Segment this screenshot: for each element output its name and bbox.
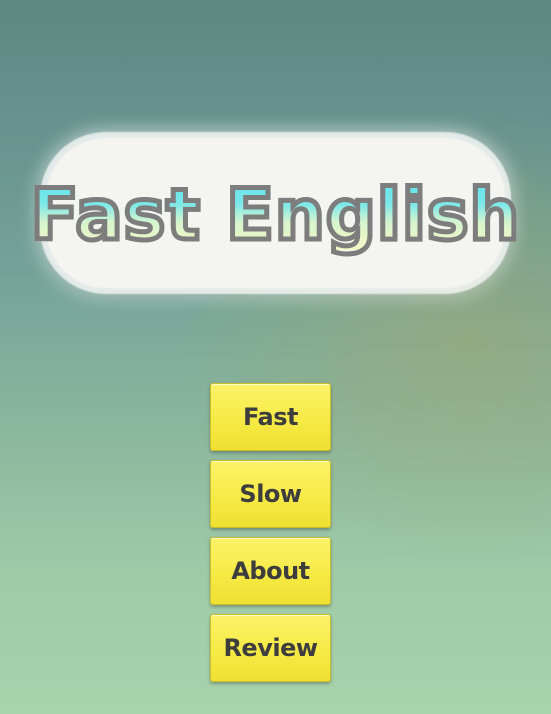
slow-button[interactable]: Slow (210, 460, 331, 528)
about-button[interactable]: About (210, 537, 331, 605)
main-menu: Fast Slow About Review (210, 383, 331, 691)
about-button-label: About (231, 557, 310, 585)
app-title: Fast English (28, 174, 522, 256)
review-button[interactable]: Review (210, 614, 331, 682)
review-button-label: Review (223, 634, 318, 662)
fast-button[interactable]: Fast (210, 383, 331, 451)
slow-button-label: Slow (239, 480, 302, 508)
title-text-wrap: Fast English (28, 174, 522, 256)
fast-button-label: Fast (243, 403, 298, 431)
game-screen: Fast English Fast Slow About Review (0, 0, 551, 714)
title-logo: Fast English (28, 120, 523, 310)
